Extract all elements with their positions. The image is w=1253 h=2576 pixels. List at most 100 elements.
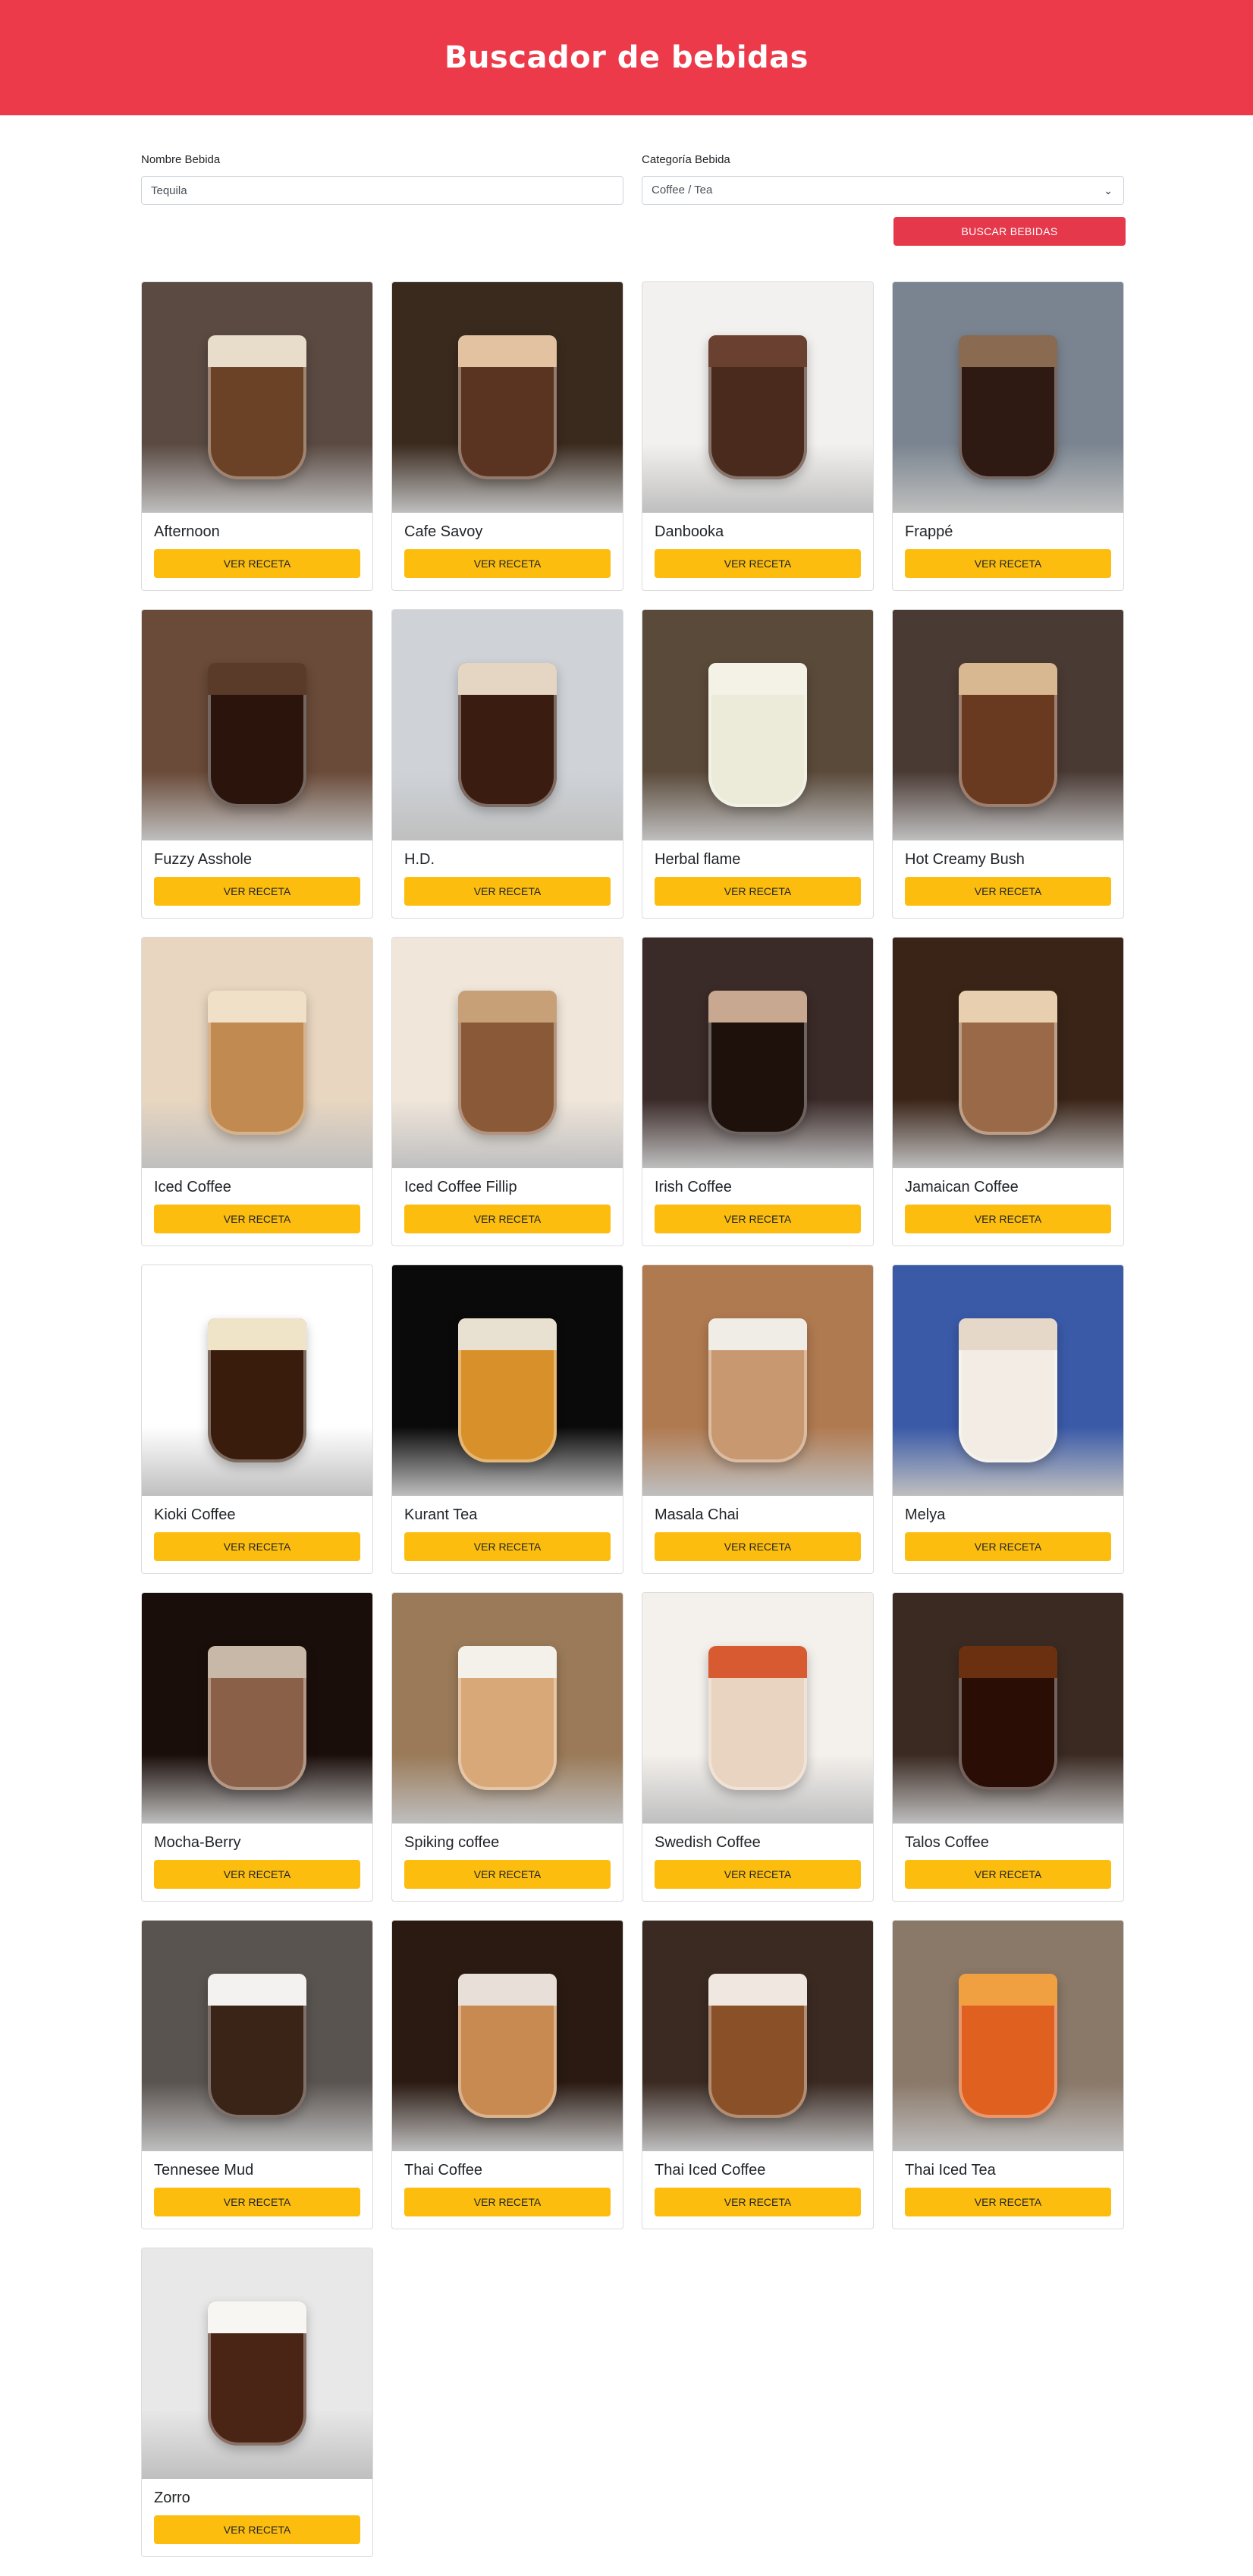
view-recipe-button[interactable]: VER RECETA xyxy=(404,1532,611,1561)
view-recipe-button[interactable]: VER RECETA xyxy=(655,1532,861,1561)
drink-image xyxy=(893,610,1123,840)
view-recipe-button[interactable]: VER RECETA xyxy=(154,2188,360,2216)
drink-glass xyxy=(959,663,1057,807)
drink-topping xyxy=(458,335,557,367)
view-recipe-button[interactable]: VER RECETA xyxy=(655,1860,861,1889)
drink-glass xyxy=(959,335,1057,479)
view-recipe-button[interactable]: VER RECETA xyxy=(905,877,1111,906)
view-recipe-button[interactable]: VER RECETA xyxy=(655,877,861,906)
view-recipe-button[interactable]: VER RECETA xyxy=(154,1205,360,1233)
drink-glass xyxy=(708,335,807,479)
drink-name-input[interactable] xyxy=(141,176,623,205)
view-recipe-button[interactable]: VER RECETA xyxy=(404,549,611,578)
drink-glass xyxy=(458,1974,557,2118)
view-recipe-button[interactable]: VER RECETA xyxy=(154,549,360,578)
view-recipe-button[interactable]: VER RECETA xyxy=(905,2188,1111,2216)
drink-name: Frappé xyxy=(905,523,953,540)
drink-name: Afternoon xyxy=(154,523,220,540)
drink-name: H.D. xyxy=(404,851,435,868)
drink-image xyxy=(142,1593,372,1824)
drink-image xyxy=(893,1921,1123,2151)
drink-image xyxy=(142,610,372,840)
drink-topping xyxy=(458,1974,557,2006)
view-recipe-button[interactable]: VER RECETA xyxy=(404,877,611,906)
drink-image xyxy=(893,1593,1123,1824)
view-recipe-button[interactable]: VER RECETA xyxy=(655,2188,861,2216)
drink-topping xyxy=(708,335,807,367)
view-recipe-button[interactable]: VER RECETA xyxy=(154,1860,360,1889)
search-form: Nombre Bebida Categoría Bebida Coffee / … xyxy=(141,152,1126,250)
drink-card: Irish Coffee VER RECETA xyxy=(642,937,874,1246)
drink-topping xyxy=(208,663,306,695)
page-title: Buscador de bebidas xyxy=(444,40,809,75)
drink-glass xyxy=(458,991,557,1135)
drink-name: Melya xyxy=(905,1506,946,1523)
drink-card: Talos Coffee VER RECETA xyxy=(892,1592,1124,1902)
view-recipe-button[interactable]: VER RECETA xyxy=(905,549,1111,578)
drink-name: Kurant Tea xyxy=(404,1506,478,1523)
view-recipe-button[interactable]: VER RECETA xyxy=(404,2188,611,2216)
view-recipe-button[interactable]: VER RECETA xyxy=(655,1205,861,1233)
view-recipe-button[interactable]: VER RECETA xyxy=(154,1532,360,1561)
drink-card: Zorro VER RECETA xyxy=(141,2248,373,2557)
page-header: Buscador de bebidas xyxy=(0,0,1253,115)
drink-glass xyxy=(458,1646,557,1790)
drink-image xyxy=(642,1265,873,1496)
drink-topping xyxy=(959,991,1057,1023)
drink-topping xyxy=(458,1646,557,1678)
drink-image xyxy=(142,2248,372,2479)
view-recipe-button[interactable]: VER RECETA xyxy=(404,1860,611,1889)
drink-image xyxy=(642,938,873,1168)
drink-topping xyxy=(208,1646,306,1678)
drink-topping xyxy=(708,991,807,1023)
drink-name: Thai Iced Tea xyxy=(905,2162,996,2179)
drink-glass xyxy=(708,663,807,807)
view-recipe-button[interactable]: VER RECETA xyxy=(905,1532,1111,1561)
drink-card: Herbal flame VER RECETA xyxy=(642,609,874,919)
drink-card: Tennesee Mud VER RECETA xyxy=(141,1920,373,2229)
view-recipe-button[interactable]: VER RECETA xyxy=(404,1205,611,1233)
drink-topping xyxy=(708,1318,807,1350)
drink-card: Thai Iced Coffee VER RECETA xyxy=(642,1920,874,2229)
drink-card: Melya VER RECETA xyxy=(892,1264,1124,1574)
drink-glass xyxy=(208,1646,306,1790)
drink-image xyxy=(392,1265,623,1496)
view-recipe-button[interactable]: VER RECETA xyxy=(905,1860,1111,1889)
view-recipe-button[interactable]: VER RECETA xyxy=(154,877,360,906)
drink-image xyxy=(392,938,623,1168)
drink-glass xyxy=(458,663,557,807)
view-recipe-button[interactable]: VER RECETA xyxy=(154,2515,360,2544)
drink-name: Zorro xyxy=(154,2490,190,2506)
drink-card: Jamaican Coffee VER RECETA xyxy=(892,937,1124,1246)
drink-topping xyxy=(959,1646,1057,1678)
drink-name: Cafe Savoy xyxy=(404,523,483,540)
drink-glass xyxy=(708,1646,807,1790)
drink-card: Hot Creamy Bush VER RECETA xyxy=(892,609,1124,919)
drink-name: Jamaican Coffee xyxy=(905,1179,1019,1195)
drink-glass xyxy=(959,991,1057,1135)
drink-name: Fuzzy Asshole xyxy=(154,851,252,868)
drink-category-field: Categoría Bebida Coffee / Tea ⌄ xyxy=(642,152,1124,205)
drink-category-value: Coffee / Tea xyxy=(652,184,713,196)
drink-category-select[interactable]: Coffee / Tea ⌄ xyxy=(642,176,1124,205)
drink-card: Danbooka VER RECETA xyxy=(642,281,874,591)
drink-glass xyxy=(708,1318,807,1462)
drink-glass xyxy=(458,335,557,479)
drink-topping xyxy=(708,1974,807,2006)
drink-name: Thai Coffee xyxy=(404,2162,483,2179)
drink-image xyxy=(642,282,873,513)
drink-image xyxy=(642,1593,873,1824)
view-recipe-button[interactable]: VER RECETA xyxy=(655,549,861,578)
drink-card: Afternoon VER RECETA xyxy=(141,281,373,591)
drink-card: Thai Coffee VER RECETA xyxy=(391,1920,623,2229)
drink-name: Hot Creamy Bush xyxy=(905,851,1025,868)
drink-name: Herbal flame xyxy=(655,851,741,868)
drink-name: Spiking coffee xyxy=(404,1834,500,1851)
drink-card: Swedish Coffee VER RECETA xyxy=(642,1592,874,1902)
drink-image xyxy=(642,610,873,840)
drink-glass xyxy=(959,1974,1057,2118)
view-recipe-button[interactable]: VER RECETA xyxy=(905,1205,1111,1233)
drink-image xyxy=(142,1921,372,2151)
drink-glass xyxy=(959,1646,1057,1790)
search-drinks-button[interactable]: BUSCAR BEBIDAS xyxy=(893,217,1126,246)
